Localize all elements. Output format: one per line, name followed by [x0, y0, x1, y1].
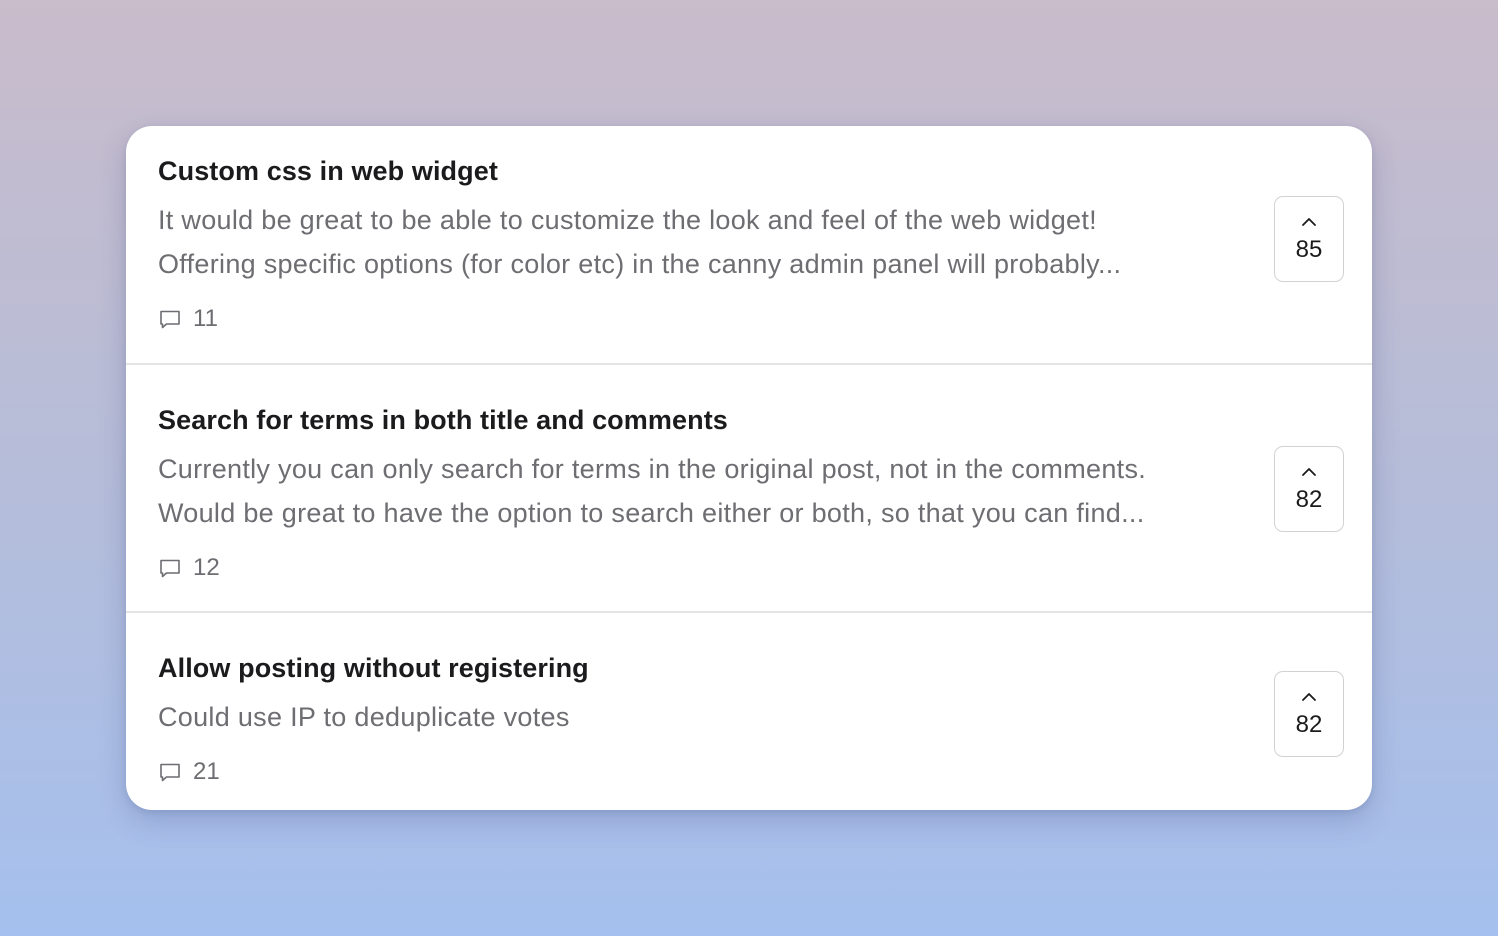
comment-bubble-icon	[160, 559, 180, 578]
upvote-button[interactable]: 82	[1274, 446, 1344, 532]
comment-bubble-icon	[160, 310, 180, 329]
post-description-line: It would be great to be able to customiz…	[158, 205, 1097, 235]
post-title[interactable]: Search for terms in both title and comme…	[158, 403, 1372, 437]
post-title[interactable]: Allow posting without registering	[158, 651, 1372, 685]
post-description-line: Offering specific options (for color etc…	[158, 249, 1122, 279]
comment-bubble-icon	[160, 763, 180, 782]
post-description-line: Could use IP to deduplicate votes	[158, 702, 570, 732]
upvote-button[interactable]: 85	[1274, 196, 1344, 282]
chevron-up-icon	[1302, 467, 1316, 476]
comment-count-value: 12	[193, 554, 220, 581]
post-description-line: Would be great to have the option to sea…	[158, 498, 1145, 528]
post-list-card: Custom css in web widget It would be gre…	[126, 126, 1372, 810]
chevron-up-icon	[1302, 217, 1316, 226]
comment-count: 12	[158, 553, 1372, 583]
comment-count: 21	[158, 757, 1372, 787]
comment-count-value: 11	[193, 305, 218, 332]
vote-count: 82	[1295, 710, 1323, 738]
post-description: It would be great to be able to customiz…	[158, 198, 1238, 286]
upvote-button[interactable]: 82	[1274, 671, 1344, 757]
vote-count: 82	[1295, 485, 1323, 513]
post-item[interactable]: Search for terms in both title and comme…	[126, 363, 1372, 611]
comment-count: 11	[158, 304, 1372, 334]
post-title[interactable]: Custom css in web widget	[158, 154, 1372, 188]
post-description: Could use IP to deduplicate votes	[158, 695, 1238, 739]
vote-count: 85	[1295, 235, 1323, 263]
post-item[interactable]: Allow posting without registering Could …	[126, 611, 1372, 810]
chevron-up-icon	[1302, 692, 1316, 701]
comment-count-value: 21	[193, 758, 220, 785]
post-description: Currently you can only search for terms …	[158, 447, 1238, 535]
post-item[interactable]: Custom css in web widget It would be gre…	[126, 126, 1372, 363]
post-description-line: Currently you can only search for terms …	[158, 454, 1147, 484]
